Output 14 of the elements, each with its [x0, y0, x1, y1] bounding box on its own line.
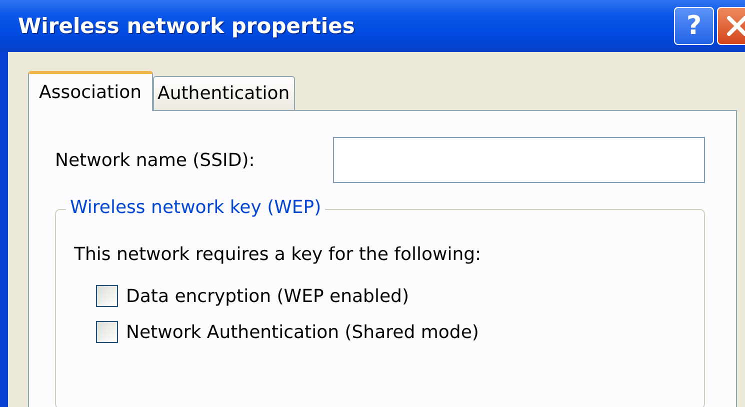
- checkbox[interactable]: [96, 285, 118, 307]
- checkbox[interactable]: [96, 321, 118, 343]
- window-title: Wireless network properties: [18, 14, 355, 38]
- group-description: This network requires a key for the following:: [74, 244, 482, 265]
- ssid-input-field[interactable]: [333, 137, 705, 183]
- checkbox-label: Network Authentication (Shared mode): [126, 322, 479, 342]
- group-title: Wireless network key (WEP): [66, 197, 326, 218]
- ssid-label: Network name (SSID):: [55, 150, 256, 170]
- tab[interactable]: Authentication: [152, 76, 295, 110]
- close-icon: [725, 14, 745, 38]
- close-button[interactable]: [717, 7, 745, 45]
- checkbox-label: Data encryption (WEP enabled): [126, 286, 409, 306]
- help-button[interactable]: ?: [674, 7, 714, 45]
- tab[interactable]: Association: [28, 71, 152, 111]
